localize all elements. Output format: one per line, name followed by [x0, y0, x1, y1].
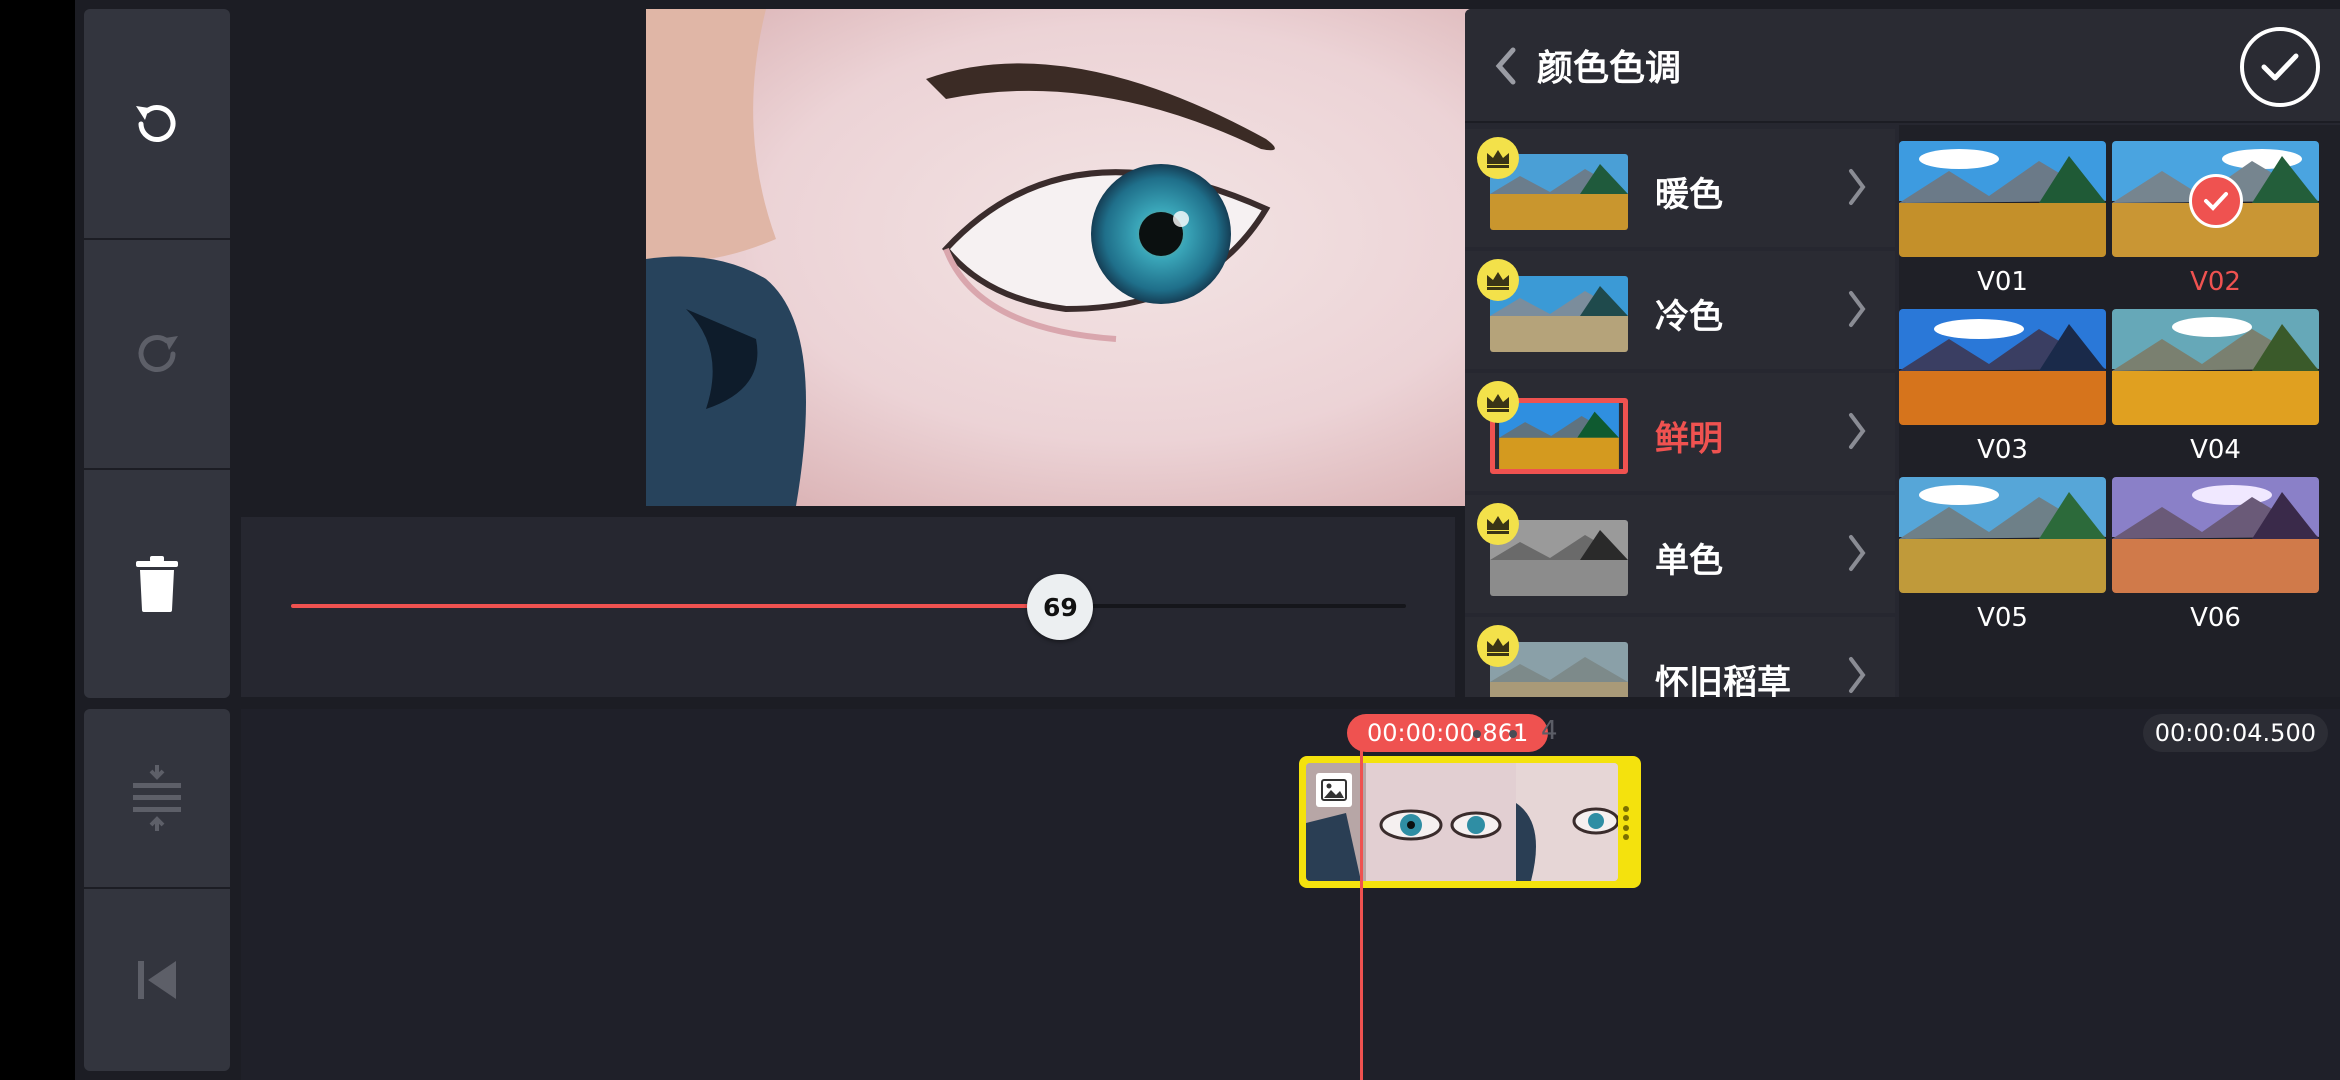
- chevron-right-icon: [1849, 413, 1866, 449]
- clip-thumbnails: [1306, 763, 1618, 881]
- intensity-slider-panel: 69: [241, 517, 1455, 697]
- preset-thumbnail: [1899, 477, 2106, 593]
- redo-button[interactable]: [84, 240, 230, 468]
- preset-v03[interactable]: V03: [1899, 309, 2106, 465]
- split-icon: [133, 765, 181, 831]
- preset-thumbnail: [2112, 309, 2319, 425]
- video-preview[interactable]: [646, 9, 1530, 506]
- selected-check-icon: [2189, 174, 2243, 228]
- preset-label: V05: [1977, 603, 2028, 633]
- end-time-badge: 00:00:04.500: [2142, 714, 2328, 752]
- category-label: 暖色: [1655, 175, 1723, 215]
- intensity-slider-track[interactable]: [291, 604, 1406, 608]
- chevron-right-icon: [1849, 657, 1866, 693]
- timeline-tick-label: 4: [1541, 716, 1558, 746]
- premium-crown-icon: [1477, 259, 1519, 301]
- preset-thumbnail: [1899, 309, 2106, 425]
- preset-label-selected: V02: [2190, 267, 2241, 297]
- chevron-right-icon: [1849, 291, 1866, 327]
- chevron-left-icon: [1495, 47, 1516, 85]
- category-item-mono[interactable]: 单色: [1465, 495, 1895, 613]
- video-editor-app: 69 颜色色调 暖色 冷色 鲜明 单色 怀旧稻草 V01 V02 V03 V04…: [75, 0, 2340, 1080]
- current-time-badge: 00:00:00.861: [1347, 714, 1549, 752]
- preset-thumbnail: [1899, 141, 2106, 257]
- category-label: 冷色: [1655, 297, 1723, 337]
- preset-label: V03: [1977, 435, 2028, 465]
- preset-v05[interactable]: V05: [1899, 477, 2106, 633]
- category-item-vintage[interactable]: 怀旧稻草: [1465, 617, 1895, 697]
- check-icon: [2261, 53, 2299, 81]
- timeline[interactable]: 00:00:00.861 4 00:00:04.500: [241, 709, 2340, 1080]
- category-item-warm[interactable]: 暖色: [1465, 129, 1895, 247]
- premium-crown-icon: [1477, 381, 1519, 423]
- premium-crown-icon: [1477, 503, 1519, 545]
- preset-v02[interactable]: V02: [2112, 141, 2319, 297]
- clip-trim-handle[interactable]: [1623, 806, 1629, 840]
- skip-start-icon: [138, 961, 176, 999]
- trash-icon: [136, 556, 178, 612]
- delete-button[interactable]: [84, 470, 230, 698]
- preset-v06[interactable]: V06: [2112, 477, 2319, 633]
- preset-label: V01: [1977, 267, 2028, 297]
- filter-category-list: 暖色 冷色 鲜明 单色 怀旧稻草: [1465, 125, 1895, 697]
- split-button[interactable]: [84, 709, 230, 887]
- intensity-slider-thumb[interactable]: 69: [1027, 574, 1094, 640]
- preset-label: V06: [2190, 603, 2241, 633]
- timeline-tick: [1473, 730, 1481, 738]
- chevron-right-icon: [1849, 169, 1866, 205]
- category-label-selected: 鲜明: [1655, 419, 1723, 459]
- redo-icon: [138, 335, 178, 372]
- preview-area: [241, 0, 1530, 516]
- chevron-right-icon: [1849, 535, 1866, 571]
- preset-grid: V01 V02 V03 V04 V05 V06: [1899, 125, 2340, 697]
- category-label: 怀旧稻草: [1655, 663, 1791, 697]
- color-tone-panel: 颜色色调 暖色 冷色 鲜明 单色 怀旧稻草 V01 V02 V03 V04 V0…: [1465, 9, 2340, 697]
- intensity-slider-fill: [291, 604, 1061, 608]
- confirm-button[interactable]: [2240, 27, 2320, 107]
- preset-label: V04: [2190, 435, 2241, 465]
- undo-button[interactable]: [84, 9, 230, 238]
- preset-thumbnail: [2112, 141, 2319, 257]
- timeline-tick: [1509, 730, 1517, 738]
- preset-v04[interactable]: V04: [2112, 309, 2319, 465]
- premium-crown-icon: [1477, 137, 1519, 179]
- timeline-clip[interactable]: [1299, 756, 1641, 888]
- category-item-vivid[interactable]: 鲜明: [1465, 373, 1895, 491]
- skip-to-start-button[interactable]: [84, 889, 230, 1071]
- playhead[interactable]: [1360, 749, 1363, 1080]
- category-item-cool[interactable]: 冷色: [1465, 251, 1895, 369]
- premium-crown-icon: [1477, 625, 1519, 667]
- back-button[interactable]: [1485, 41, 1525, 91]
- preset-thumbnail: [2112, 477, 2319, 593]
- panel-title: 颜色色调: [1537, 48, 1682, 89]
- undo-icon: [136, 104, 176, 142]
- category-label: 单色: [1655, 541, 1723, 581]
- preset-v01[interactable]: V01: [1899, 141, 2106, 297]
- panel-header: 颜色色调: [1465, 9, 2340, 123]
- image-clip-icon: [1316, 773, 1352, 807]
